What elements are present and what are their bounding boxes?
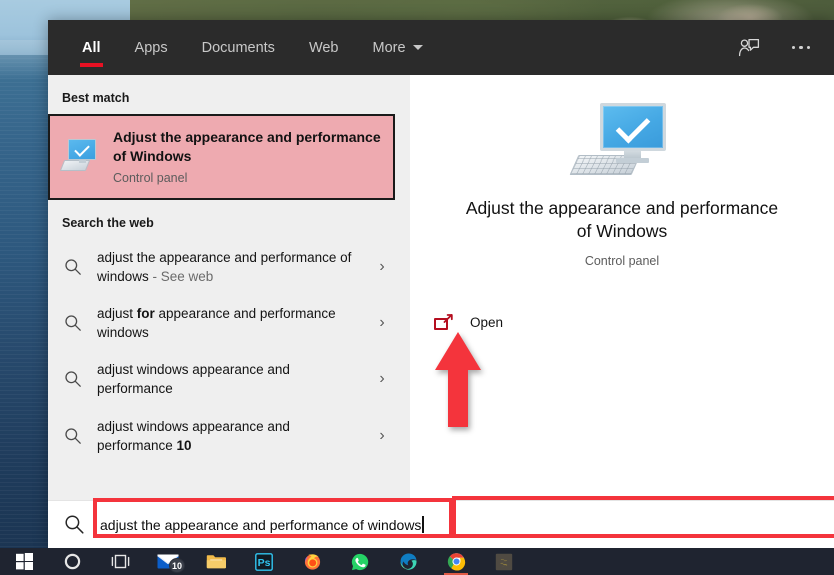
task-view-icon [111,554,129,569]
chevron-right-icon: › [379,257,385,275]
tab-documents[interactable]: Documents [185,20,292,75]
more-options-icon[interactable] [786,33,816,63]
photoshop-button[interactable]: Ps [240,548,288,575]
web-suggestion-text: adjust windows appearance and performanc… [97,418,290,453]
search-icon [62,258,83,276]
search-the-web-heading: Search the web [62,215,154,230]
monitor-check-icon [59,139,100,173]
folder-icon [206,555,226,569]
best-match-heading: Best match [62,91,130,105]
sublime-button[interactable] [480,548,528,575]
chrome-button[interactable] [432,548,480,575]
chevron-right-icon: › [379,314,385,332]
search-bar: adjust the appearance and performance of… [48,500,834,548]
search-results-list: Best match Adjust the appearance and per… [48,75,403,500]
search-results-body: Best match Adjust the appearance and per… [48,75,834,500]
search-input[interactable]: adjust the appearance and performance of… [100,517,421,533]
task-view-button[interactable] [96,548,144,575]
annotation-arrow-icon [435,332,481,427]
best-match-title: Adjust the appearance and performance of… [113,129,381,165]
tab-all-label: All [82,39,101,56]
cortana-button[interactable] [48,548,96,575]
whatsapp-button[interactable] [336,548,384,575]
chevron-right-icon: › [379,426,385,444]
tab-more-label: More [372,39,406,56]
photoshop-icon: Ps [255,552,273,571]
search-header-actions [734,33,834,63]
firefox-button[interactable] [288,548,336,575]
web-suggestion-row[interactable]: adjust windows appearance and performanc… [48,408,403,464]
mail-button[interactable]: 10 [144,548,192,575]
tab-all[interactable]: All [65,20,118,75]
windows-search-flyout: All Apps Documents Web More Best match A… [48,20,834,548]
tab-documents-label: Documents [201,39,275,56]
search-icon [62,314,83,332]
edge-icon [400,553,417,570]
file-explorer-button[interactable] [192,548,240,575]
whatsapp-icon [351,553,369,570]
search-tab-bar: All Apps Documents Web More [48,20,834,75]
tab-apps[interactable]: Apps [118,20,185,75]
taskbar: 10 Ps [0,548,834,575]
search-icon [48,514,100,535]
start-button[interactable] [0,548,48,575]
chevron-down-icon [412,45,423,50]
tab-web[interactable]: Web [292,20,356,75]
web-suggestion-text: adjust windows appearance and performanc… [97,362,290,397]
feedback-icon[interactable] [734,33,764,63]
chrome-icon [447,553,465,571]
web-suggestion-row[interactable]: adjust the appearance and performance of… [48,239,403,295]
web-suggestion-row[interactable]: adjust windows appearance and performanc… [48,351,403,407]
firefox-icon [304,554,320,570]
search-icon [62,370,83,388]
preview-subtitle: Control panel [584,253,660,268]
chevron-right-icon: › [379,370,385,388]
svg-text:Ps: Ps [258,557,271,569]
best-match-text: Adjust the appearance and performance of… [113,128,383,185]
best-match-subtitle: Control panel [113,170,188,185]
text-caret [422,516,424,533]
cortana-circle-icon [64,553,80,570]
search-icon [62,427,83,445]
tab-apps-label: Apps [134,39,168,56]
best-match-result[interactable]: Adjust the appearance and performance of… [48,114,395,200]
web-suggestion-text: adjust for appearance and performance wi… [97,305,336,341]
tab-more[interactable]: More [356,20,440,75]
sublime-icon [495,553,513,570]
web-suggestion-text: adjust the appearance and performance of… [97,249,352,284]
edge-button[interactable] [384,548,432,575]
open-external-icon [434,313,453,331]
preview-title: Adjust the appearance and performance of… [465,198,779,242]
windows-logo-icon [15,553,33,570]
open-action-label: Open [470,314,504,330]
open-action[interactable]: Open [410,313,834,331]
preview-panel: Adjust the appearance and performance of… [410,75,834,500]
web-suggestions-list: adjust the appearance and performance of… [48,239,403,464]
monitor-check-icon [569,103,670,177]
tab-web-label: Web [308,39,339,56]
mail-badge: 10 [168,558,185,573]
web-suggestion-row[interactable]: adjust for appearance and performance wi… [48,295,403,351]
